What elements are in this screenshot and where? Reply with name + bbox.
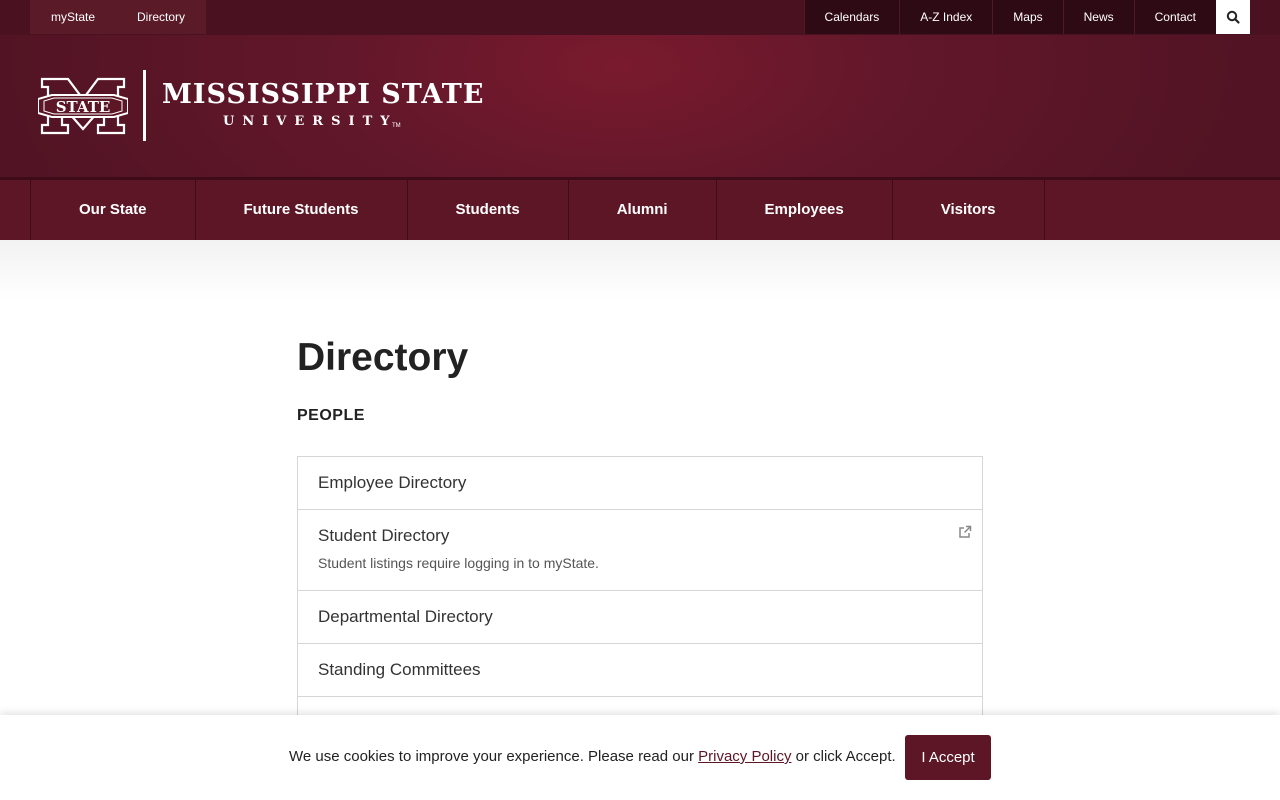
header-shadow: [0, 240, 1280, 300]
directory-item-committees[interactable]: Standing Committees: [298, 644, 982, 697]
directory-item-title[interactable]: Employee Directory: [318, 473, 962, 493]
utility-right-links: Calendars A-Z Index Maps News Contact: [803, 0, 1250, 34]
directory-item-employee[interactable]: Employee Directory: [298, 457, 982, 510]
page-title: Directory: [297, 336, 469, 379]
svg-text:STATE: STATE: [56, 98, 111, 116]
news-link[interactable]: News: [1062, 0, 1134, 34]
cookie-message: We use cookies to improve your experienc…: [289, 748, 896, 765]
cookie-banner: We use cookies to improve your experienc…: [0, 715, 1280, 800]
az-index-link[interactable]: A-Z Index: [899, 0, 993, 34]
mystate-link[interactable]: myState: [30, 0, 116, 34]
main-navigation: Our State Future Students Students Alumn…: [0, 177, 1280, 240]
maps-link[interactable]: Maps: [992, 0, 1063, 34]
nav-visitors[interactable]: Visitors: [893, 180, 1045, 240]
contact-link[interactable]: Contact: [1133, 0, 1216, 34]
directory-item-student[interactable]: Student Directory Student listings requi…: [298, 510, 982, 591]
m-state-logo-icon: STATE: [38, 77, 128, 135]
cookie-text-after: or click Accept.: [791, 748, 896, 765]
nav-our-state[interactable]: Our State: [31, 180, 196, 240]
utility-bar: myState Directory Calendars A-Z Index Ma…: [0, 0, 1280, 35]
privacy-policy-link[interactable]: Privacy Policy: [698, 748, 791, 765]
search-button[interactable]: [1216, 0, 1250, 34]
trademark-mark: TM: [392, 123, 401, 129]
utility-left-links: myState Directory: [30, 0, 207, 34]
search-icon: [1226, 10, 1240, 24]
logo-divider: [143, 70, 146, 141]
directory-link[interactable]: Directory: [116, 0, 206, 34]
wordmark-line2: UNIVERSITY: [223, 114, 398, 129]
masthead: STATE MISSISSIPPI STATE UNIVERSITY TM: [0, 35, 1280, 177]
directory-item-title[interactable]: Standing Committees: [318, 660, 962, 680]
directory-item-departmental[interactable]: Departmental Directory: [298, 591, 982, 644]
nav-future-students[interactable]: Future Students: [196, 180, 408, 240]
nav-alumni[interactable]: Alumni: [569, 180, 717, 240]
directory-item-description: Student listings require logging in to m…: [318, 555, 599, 571]
directory-item-title[interactable]: Departmental Directory: [318, 607, 962, 627]
external-link-icon: [959, 525, 972, 538]
calendars-link[interactable]: Calendars: [803, 0, 900, 34]
accept-cookies-button[interactable]: I Accept: [905, 735, 991, 780]
nav-students[interactable]: Students: [408, 180, 569, 240]
wordmark-line1: MISSISSIPPI STATE: [162, 79, 485, 110]
cookie-text-before: We use cookies to improve your experienc…: [289, 748, 699, 765]
section-heading: PEOPLE: [297, 407, 365, 424]
directory-list: Employee Directory Student Directory Stu…: [297, 456, 983, 751]
directory-item-title[interactable]: Student Directory: [318, 526, 962, 546]
nav-employees[interactable]: Employees: [717, 180, 893, 240]
